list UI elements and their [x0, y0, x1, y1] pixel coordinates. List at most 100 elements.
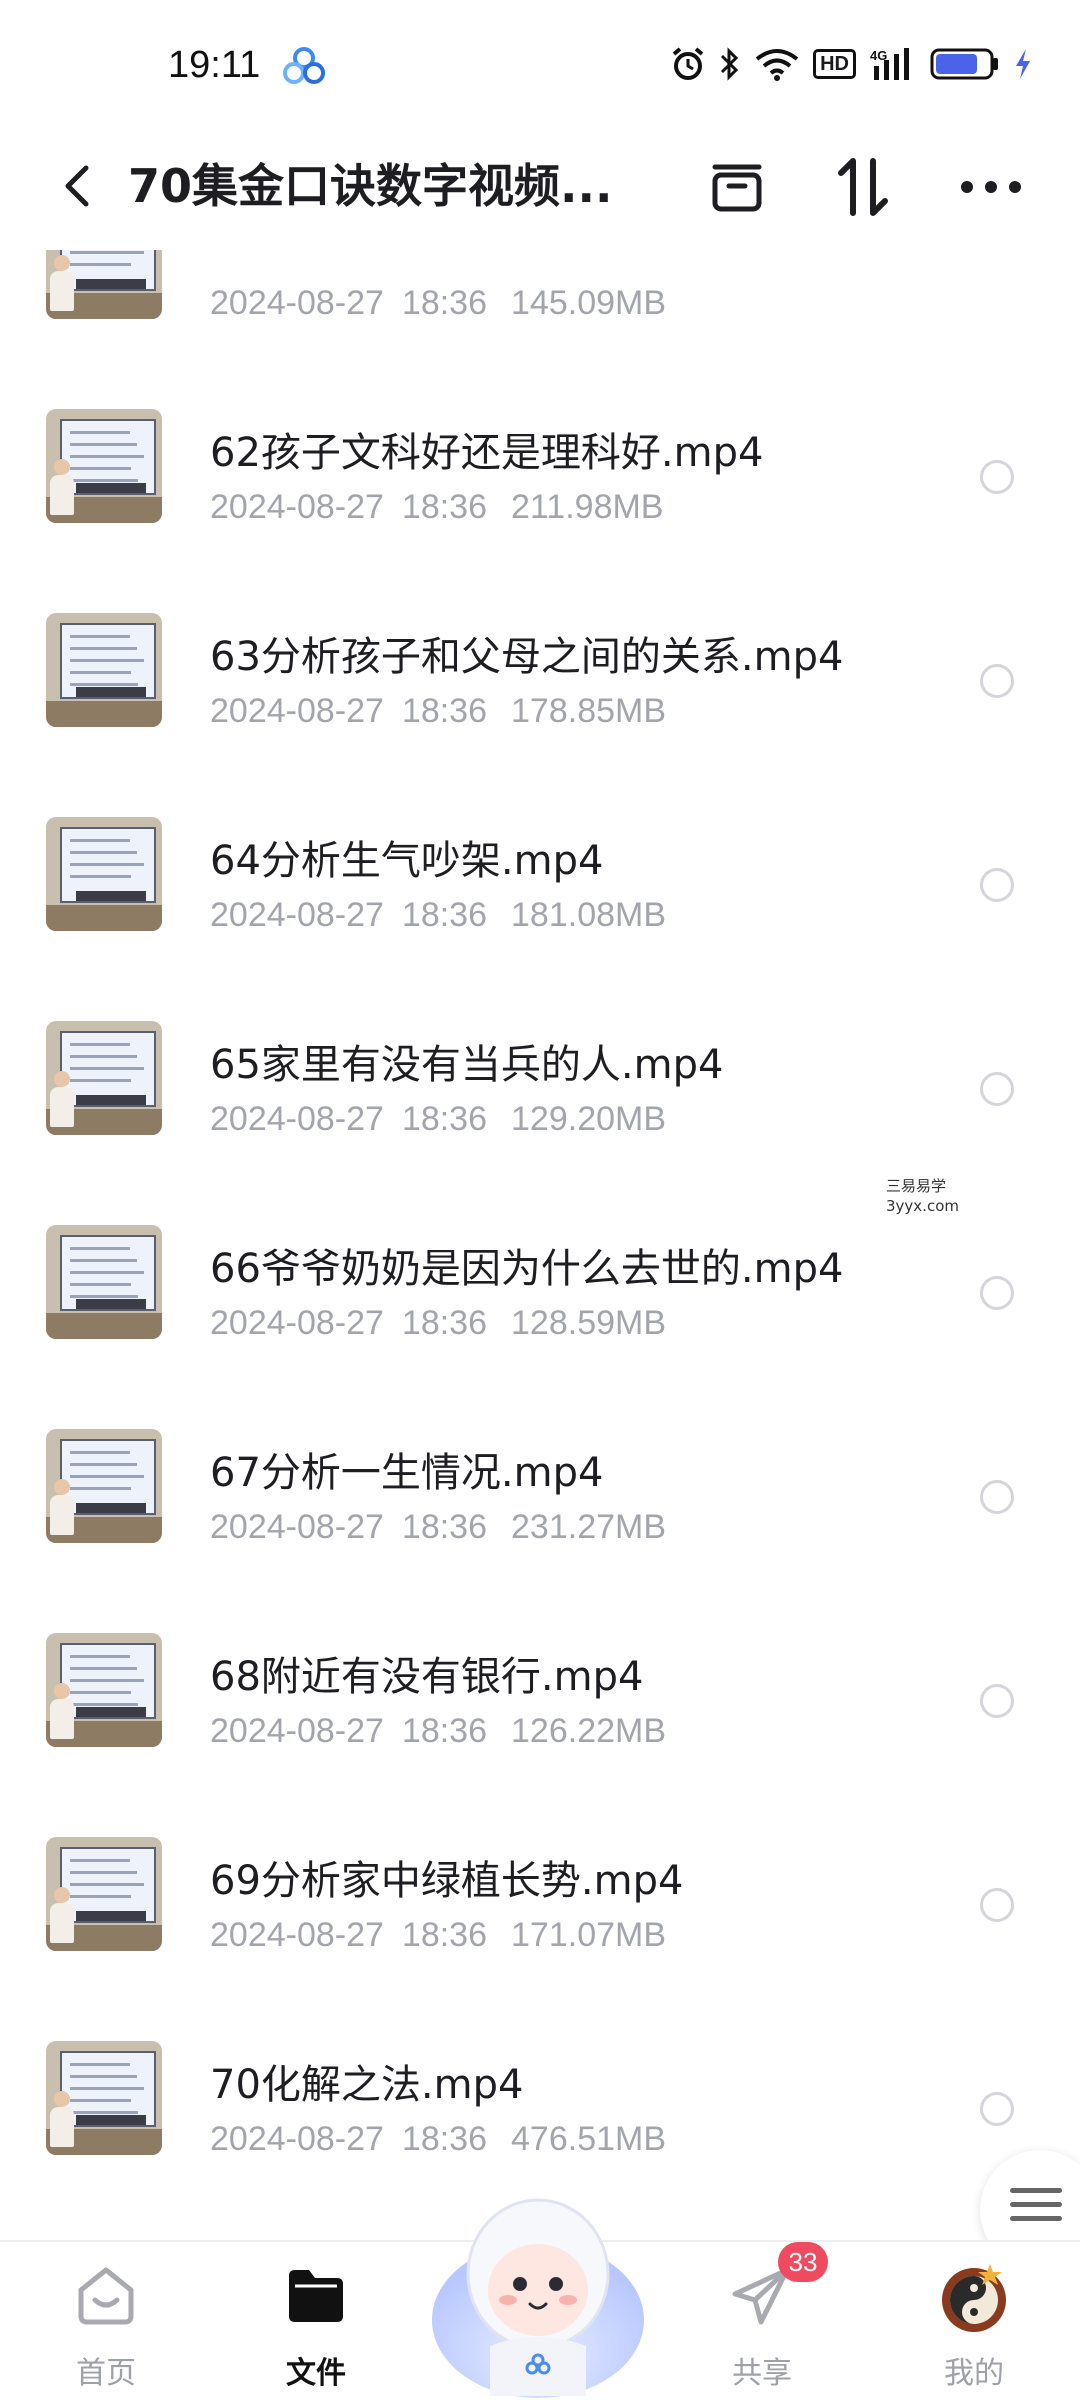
- file-row[interactable]: 67分析一生情况.mp4 2024-08-27 18:36 231.27MB: [0, 1384, 1080, 1588]
- status-time: 19:11: [168, 44, 261, 86]
- video-thumbnail: [46, 2041, 162, 2155]
- file-name: 62孩子文科好还是理科好.mp4: [210, 430, 764, 476]
- nav-home-label: 首页: [76, 2356, 136, 2391]
- file-meta: 2024-08-27 18:36 476.51MB: [210, 2120, 666, 2159]
- file-meta: 2024-08-27 18:36 128.59MB: [210, 1304, 666, 1343]
- select-radio[interactable]: [980, 2092, 1014, 2126]
- nav-mine-label: 我的: [944, 2356, 1004, 2391]
- battery-icon: [930, 48, 998, 80]
- archive-button[interactable]: [702, 152, 772, 222]
- share-badge: 33: [778, 2242, 828, 2282]
- file-name: 70化解之法.mp4: [210, 2062, 524, 2108]
- file-row[interactable]: 62孩子文科好还是理科好.mp4 2024-08-27 18:36 211.98MB: [0, 364, 1080, 568]
- file-size: 231.27MB: [511, 1508, 667, 1546]
- back-button[interactable]: [50, 156, 110, 216]
- file-size: 178.85MB: [511, 692, 667, 730]
- video-thumbnail: [46, 613, 162, 727]
- nav-files-label: 文件: [286, 2356, 346, 2391]
- sort-icon: [838, 158, 888, 216]
- file-time: 18:36: [401, 692, 488, 730]
- nav-share[interactable]: 33 共享: [682, 2242, 842, 2400]
- file-date: 2024-08-27: [210, 1508, 384, 1546]
- file-list[interactable]: 2024-08-27 18:36 145.09MB 62孩子文科好还是理科好.mp4 2…: [0, 250, 1080, 2240]
- file-size: 476.51MB: [511, 2120, 667, 2158]
- select-radio[interactable]: [980, 1276, 1014, 1310]
- video-thumbnail: [46, 250, 162, 319]
- avatar: [942, 2264, 1006, 2332]
- file-time: 18:36: [401, 1712, 488, 1750]
- file-date: 2024-08-27: [210, 1712, 384, 1750]
- file-row[interactable]: 2024-08-27 18:36 145.09MB: [0, 250, 1080, 364]
- alarm-icon: [672, 47, 704, 80]
- file-size: 171.07MB: [511, 1916, 667, 1954]
- select-radio[interactable]: [980, 460, 1014, 494]
- file-meta: 2024-08-27 18:36 171.07MB: [210, 1916, 666, 1955]
- file-size: 126.22MB: [511, 1712, 667, 1750]
- nav-files[interactable]: 文件: [236, 2242, 396, 2400]
- select-radio[interactable]: [980, 1072, 1014, 1106]
- menu-icon: [1010, 2188, 1062, 2230]
- status-bar: 19:11 HD 4G: [0, 0, 1080, 130]
- status-icons: HD 4G: [671, 44, 1032, 84]
- select-radio[interactable]: [980, 1480, 1014, 1514]
- hd-icon: HD: [813, 49, 856, 79]
- file-meta: 2024-08-27 18:36 126.22MB: [210, 1712, 666, 1751]
- file-name: 63分析孩子和父母之间的关系.mp4: [210, 634, 844, 680]
- file-date: 2024-08-27: [210, 284, 384, 322]
- assistant-mascot-button[interactable]: [428, 2170, 648, 2400]
- file-time: 18:36: [401, 1304, 488, 1342]
- file-date: 2024-08-27: [210, 1100, 384, 1138]
- file-meta: 2024-08-27 18:36 178.85MB: [210, 692, 666, 731]
- back-icon: [65, 165, 89, 207]
- charging-icon: [1016, 49, 1030, 79]
- file-size: 128.59MB: [511, 1304, 667, 1342]
- file-time: 18:36: [401, 488, 488, 526]
- file-meta: 2024-08-27 18:36 129.20MB: [210, 1100, 666, 1139]
- folder-icon: [289, 2270, 343, 2322]
- video-thumbnail: [46, 1225, 162, 1339]
- more-button[interactable]: [956, 152, 1026, 222]
- sort-button[interactable]: [828, 152, 898, 222]
- file-row[interactable]: 65家里有没有当兵的人.mp4 2024-08-27 18:36 129.20MB: [0, 976, 1080, 1180]
- file-time: 18:36: [401, 284, 488, 322]
- file-time: 18:36: [401, 2120, 488, 2158]
- file-row[interactable]: 69分析家中绿植长势.mp4 2024-08-27 18:36 171.07MB: [0, 1792, 1080, 1996]
- file-date: 2024-08-27: [210, 488, 384, 526]
- file-name: 64分析生气吵架.mp4: [210, 838, 604, 884]
- file-row[interactable]: 64分析生气吵架.mp4 2024-08-27 18:36 181.08MB: [0, 772, 1080, 976]
- page-title: 70集金口诀数字视频...: [128, 159, 613, 213]
- archive-icon: [712, 164, 762, 212]
- file-name: 65家里有没有当兵的人.mp4: [210, 1042, 724, 1088]
- app-icon: [283, 47, 325, 84]
- home-icon: [78, 2267, 134, 2325]
- nav-mine[interactable]: 我的: [894, 2242, 1054, 2400]
- select-radio[interactable]: [980, 1888, 1014, 1922]
- file-date: 2024-08-27: [210, 1916, 384, 1954]
- select-radio[interactable]: [980, 1684, 1014, 1718]
- nav-home[interactable]: 首页: [26, 2242, 186, 2400]
- select-radio[interactable]: [980, 664, 1014, 698]
- video-thumbnail: [46, 1021, 162, 1135]
- video-thumbnail: [46, 1633, 162, 1747]
- file-row[interactable]: 68附近有没有银行.mp4 2024-08-27 18:36 126.22MB: [0, 1588, 1080, 1792]
- wifi-icon: [755, 49, 799, 81]
- file-size: 129.20MB: [511, 1100, 667, 1138]
- file-time: 18:36: [401, 1916, 488, 1954]
- file-time: 18:36: [401, 896, 488, 934]
- file-size: 181.08MB: [511, 896, 667, 934]
- file-date: 2024-08-27: [210, 896, 384, 934]
- file-date: 2024-08-27: [210, 2120, 384, 2158]
- file-meta: 2024-08-27 18:36 231.27MB: [210, 1508, 666, 1547]
- video-thumbnail: [46, 1429, 162, 1543]
- file-meta: 2024-08-27 18:36 211.98MB: [210, 488, 663, 527]
- file-name: 67分析一生情况.mp4: [210, 1450, 604, 1496]
- top-app-bar: 70集金口诀数字视频...: [0, 130, 1080, 250]
- more-icon: [961, 181, 1021, 193]
- video-thumbnail: [46, 1837, 162, 1951]
- file-meta: 2024-08-27 18:36 145.09MB: [210, 284, 666, 323]
- select-radio[interactable]: [980, 868, 1014, 902]
- file-size: 211.98MB: [511, 488, 664, 526]
- file-name: 68附近有没有银行.mp4: [210, 1654, 644, 1700]
- file-row[interactable]: 63分析孩子和父母之间的关系.mp4 2024-08-27 18:36 178.85M…: [0, 568, 1080, 772]
- file-meta: 2024-08-27 18:36 181.08MB: [210, 896, 666, 935]
